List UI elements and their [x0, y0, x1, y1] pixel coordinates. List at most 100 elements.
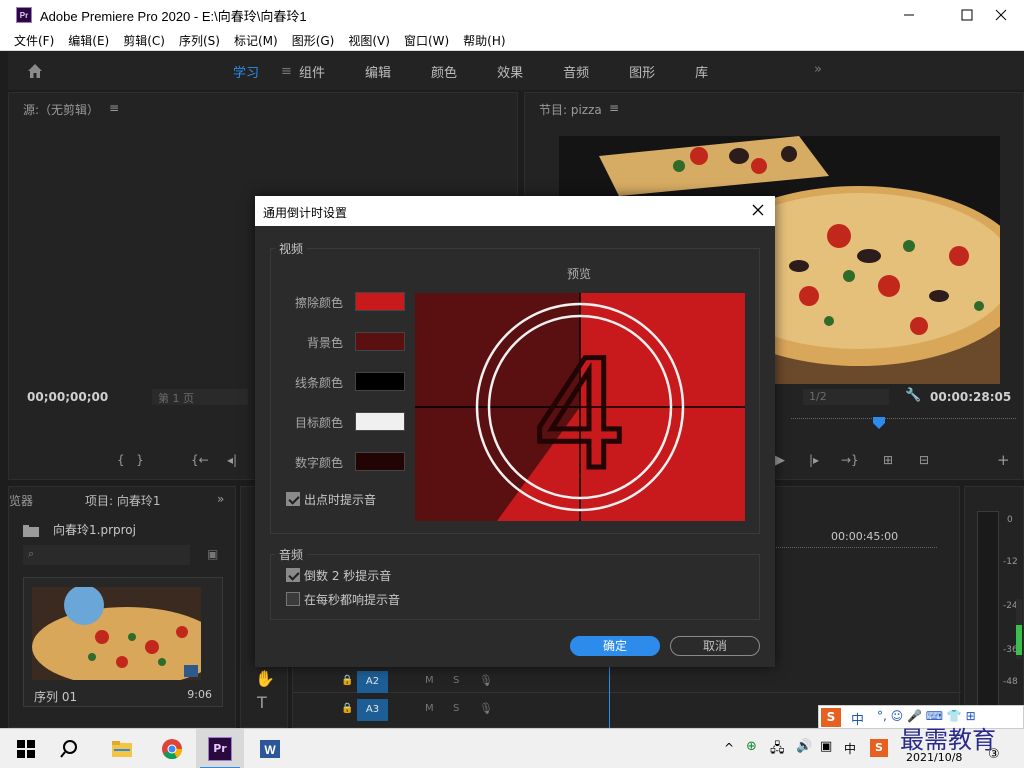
source-timecode[interactable]: 00;00;00;00: [27, 390, 108, 404]
step-back-icon[interactable]: ◂|: [227, 453, 237, 467]
add-button-icon[interactable]: +: [997, 451, 1010, 469]
workspace-menu-icon[interactable]: ≡: [281, 64, 292, 79]
wrench-icon[interactable]: 🔧: [905, 388, 921, 403]
color-swatch[interactable]: [355, 292, 405, 311]
premiere-icon: Pr: [208, 737, 232, 761]
color-swatch[interactable]: [355, 452, 405, 471]
hand-tool-icon[interactable]: ✋: [255, 669, 275, 688]
menu-item[interactable]: 标记(M): [234, 32, 278, 49]
cue-out-checkbox[interactable]: [286, 492, 300, 506]
workspace-tab[interactable]: 图形: [629, 62, 655, 81]
play-icon[interactable]: ▶: [775, 453, 785, 468]
menu-item[interactable]: 文件(F): [14, 32, 54, 49]
color-row-label: 背景色: [306, 336, 343, 350]
cue-2sec-checkbox[interactable]: [286, 568, 300, 582]
watermark-logo: 最需教育: [900, 726, 996, 754]
go-to-in-icon[interactable]: {←: [191, 453, 209, 467]
panel-menu-icon[interactable]: ≡: [109, 101, 119, 115]
word-icon[interactable]: W: [258, 737, 282, 761]
network-icon[interactable]: 🖧: [770, 739, 785, 761]
meter-label: -12: [1003, 557, 1018, 567]
workspace-tab[interactable]: 颜色: [431, 62, 457, 81]
workspace-more-button[interactable]: »: [814, 62, 822, 77]
track-a3-badge[interactable]: A3: [357, 699, 388, 721]
workspace-tab[interactable]: 编辑: [365, 62, 391, 81]
mic-icon[interactable]: 🎙: [479, 702, 493, 715]
color-swatch[interactable]: [355, 332, 405, 351]
search-icon[interactable]: [60, 737, 84, 761]
tab-media-browser[interactable]: 览器: [9, 492, 33, 509]
color-swatch[interactable]: [355, 372, 405, 391]
cue-each-second-checkbox[interactable]: [286, 592, 300, 606]
tab-project[interactable]: 项目: 向春玲1: [85, 492, 161, 509]
ime-mode-label[interactable]: 中: [851, 709, 864, 728]
close-window-button[interactable]: [978, 0, 1024, 30]
lock-icon[interactable]: 🔒: [341, 675, 353, 686]
lift-icon[interactable]: ⊞: [883, 453, 893, 467]
windows-start-icon[interactable]: [14, 737, 38, 761]
track-s-button[interactable]: S: [453, 703, 459, 714]
bin-icon[interactable]: ▣: [207, 547, 218, 561]
meter-label: 0: [1007, 515, 1013, 525]
premiere-taskbar-button[interactable]: Pr: [196, 729, 244, 768]
search-icon: ⌕: [28, 547, 35, 560]
workspace-tab[interactable]: 效果: [497, 62, 523, 81]
go-to-out-icon[interactable]: →}: [841, 453, 859, 467]
workspace-tab[interactable]: 库: [695, 62, 708, 81]
close-icon[interactable]: [749, 201, 767, 219]
track-m-button[interactable]: M: [425, 675, 434, 686]
menu-item[interactable]: 帮助(H): [463, 32, 505, 49]
home-icon[interactable]: [26, 62, 44, 80]
menu-item[interactable]: 窗口(W): [404, 32, 449, 49]
color-swatch[interactable]: [355, 412, 405, 431]
panel-menu-icon[interactable]: ≡: [609, 101, 619, 115]
workspace-tab[interactable]: 组件: [299, 62, 325, 81]
sogou-tray-icon[interactable]: S: [870, 739, 888, 757]
menu-item[interactable]: 序列(S): [179, 32, 220, 49]
menu-item[interactable]: 剪辑(C): [123, 32, 165, 49]
track-a2-badge[interactable]: A2: [357, 671, 388, 693]
minimize-button[interactable]: [886, 0, 932, 30]
program-timecode[interactable]: 00:00:28:05: [930, 390, 1011, 404]
track-m-button[interactable]: M: [425, 703, 434, 714]
countdown-preview: 4: [415, 293, 745, 521]
tray-security-icon[interactable]: ▣: [820, 739, 832, 754]
time-ruler[interactable]: [791, 418, 1016, 428]
type-tool-icon[interactable]: T: [257, 693, 267, 712]
zoom-selector[interactable]: 1/2: [803, 389, 889, 405]
file-explorer-icon[interactable]: [110, 737, 134, 761]
mic-icon[interactable]: 🎙: [479, 674, 493, 687]
audio-group: [270, 554, 760, 620]
tray-app-icon[interactable]: ⊕: [746, 739, 757, 754]
workspace-bar: 学习 组件 编辑 颜色 效果 音频 图形 库 ≡ »: [8, 52, 1024, 90]
meter-scrollbar[interactable]: [1016, 599, 1022, 659]
playhead-icon[interactable]: [873, 417, 885, 429]
clip-duration: 9:06: [187, 688, 212, 701]
source-panel-title: 源:（无剪辑）: [23, 103, 100, 117]
more-tabs-icon[interactable]: »: [217, 492, 224, 506]
ok-button[interactable]: 确定: [570, 636, 660, 656]
workspace-tab[interactable]: 学习: [233, 62, 259, 81]
menu-item[interactable]: 视图(V): [348, 32, 390, 49]
tray-ime-label[interactable]: 中: [844, 740, 856, 757]
chrome-icon[interactable]: [160, 737, 184, 761]
volume-icon[interactable]: 🔊: [796, 739, 812, 754]
zoom-label: 1/2: [809, 390, 827, 403]
extract-icon[interactable]: ⊟: [919, 453, 929, 467]
mark-in-out-icon[interactable]: { }: [117, 453, 144, 467]
tray-expand-icon[interactable]: ^: [724, 741, 734, 755]
menu-bar: 文件(F) 编辑(E) 剪辑(C) 序列(S) 标记(M) 图形(G) 视图(V) 窗口(W)…: [0, 30, 1024, 51]
cancel-button[interactable]: 取消: [670, 636, 760, 656]
project-search-input[interactable]: ⌕: [23, 545, 190, 565]
track-s-button[interactable]: S: [453, 675, 459, 686]
menu-item[interactable]: 编辑(E): [68, 32, 109, 49]
step-forward-icon[interactable]: |▸: [809, 453, 819, 467]
title-bar: Pr Adobe Premiere Pro 2020 - E:\向春玲\向春玲1: [0, 0, 1024, 30]
window-title: Adobe Premiere Pro 2020 - E:\向春玲\向春玲1: [40, 8, 307, 24]
page-selector[interactable]: 第 1 页: [152, 389, 248, 405]
lock-icon[interactable]: 🔒: [341, 703, 353, 714]
folder-icon: [23, 525, 39, 537]
menu-item[interactable]: 图形(G): [292, 32, 335, 49]
project-file-name: 向春玲1.prproj: [53, 523, 136, 537]
workspace-tab[interactable]: 音频: [563, 62, 589, 81]
